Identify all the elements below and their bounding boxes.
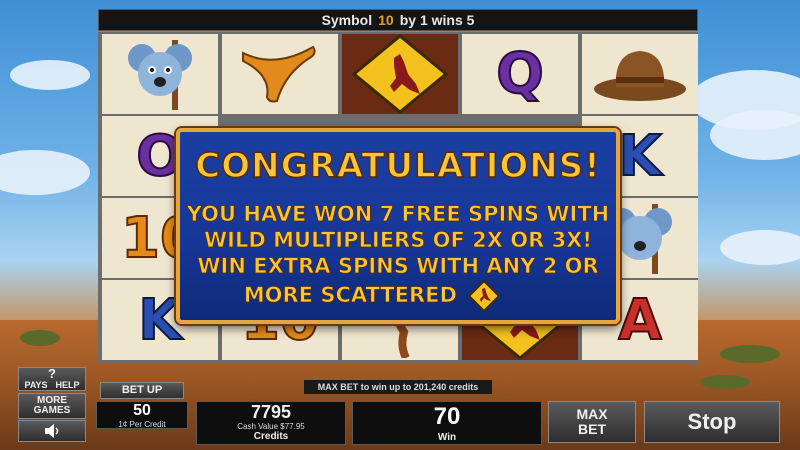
boomerang-icon — [242, 45, 316, 103]
koala-symbol — [102, 34, 218, 114]
shrub — [20, 330, 60, 346]
stop-label: Stop — [687, 409, 737, 435]
bet-display: 50 1¢ Per Credit — [96, 401, 188, 429]
letter-k: K — [617, 123, 662, 190]
credits-label: Credits — [253, 431, 289, 442]
hat-icon — [594, 51, 686, 101]
letter-q-symbol: Q — [462, 34, 578, 114]
hat-symbol — [582, 34, 698, 114]
popup-line-3: WIN EXTRA SPINS WITH ANY 2 OR — [197, 254, 599, 279]
stop-button[interactable]: Stop — [644, 401, 780, 443]
win-value: 70 — [433, 403, 461, 430]
letter-q: Q — [495, 41, 545, 108]
max-bet-button[interactable]: MAX BET — [548, 401, 636, 443]
pays-label: PAYS — [24, 380, 48, 391]
boomerang-symbol — [222, 34, 338, 114]
kangaroo-sign-symbol — [342, 34, 458, 114]
win-line-suffix: by 1 wins 5 — [399, 12, 475, 28]
free-spins-popup[interactable]: CONGRATULATIONS! YOU HAVE WON 7 FREE SPI… — [176, 128, 620, 324]
max-bet-line2: BET — [578, 421, 606, 437]
cloud — [720, 230, 800, 265]
win-line-prefix: Symbol — [321, 12, 373, 28]
popup-title: CONGRATULATIONS! — [195, 145, 601, 187]
win-label: Win — [437, 432, 457, 443]
more-games-button[interactable]: MORE GAMES — [18, 393, 86, 419]
popup-line-1: YOU HAVE WON 7 FREE SPINS WITH — [186, 202, 610, 227]
cloud — [710, 110, 800, 160]
more-games-line2: GAMES — [33, 405, 71, 416]
win-line-symbol: 10 — [378, 12, 394, 28]
cloud — [10, 60, 90, 90]
cash-value: Cash Value $77.95 — [237, 422, 305, 431]
cloud — [0, 150, 90, 195]
bet-per-credit: 1¢ Per Credit — [118, 420, 166, 429]
shrub — [700, 375, 750, 389]
help-icon: ? — [48, 366, 56, 382]
max-bet-line1: MAX — [576, 406, 608, 423]
popup-line-4: MORE SCATTERED — [154, 279, 590, 313]
win-line-banner: Symbol 10 by 1 wins 5 — [98, 9, 698, 31]
credits-display: 7795 Cash Value $77.95 Credits — [196, 401, 346, 445]
shrub — [720, 345, 780, 363]
scatter-sign-icon — [467, 279, 501, 313]
kangaroo-sign-icon — [351, 34, 449, 114]
letter-a: A — [617, 287, 662, 354]
popup-line-4-text: MORE SCATTERED — [243, 283, 457, 308]
bet-value: 50 — [133, 402, 151, 419]
credits-value: 7795 — [250, 402, 292, 422]
bet-up-button[interactable]: BET UP — [100, 382, 184, 399]
help-label: HELP — [55, 380, 80, 391]
sound-toggle-button[interactable] — [18, 420, 86, 442]
bet-up-label: BET UP — [121, 383, 163, 396]
pays-help-button[interactable]: ? PAYS HELP — [18, 367, 86, 391]
speaker-icon — [45, 424, 59, 438]
max-bet-notice: MAX BET to win up to 201,240 credits — [304, 380, 492, 394]
win-display: 70 Win — [352, 401, 542, 445]
popup-line-2: WILD MULTIPLIERS OF 2X OR 3X! — [204, 228, 593, 253]
koala-icon — [128, 40, 192, 110]
